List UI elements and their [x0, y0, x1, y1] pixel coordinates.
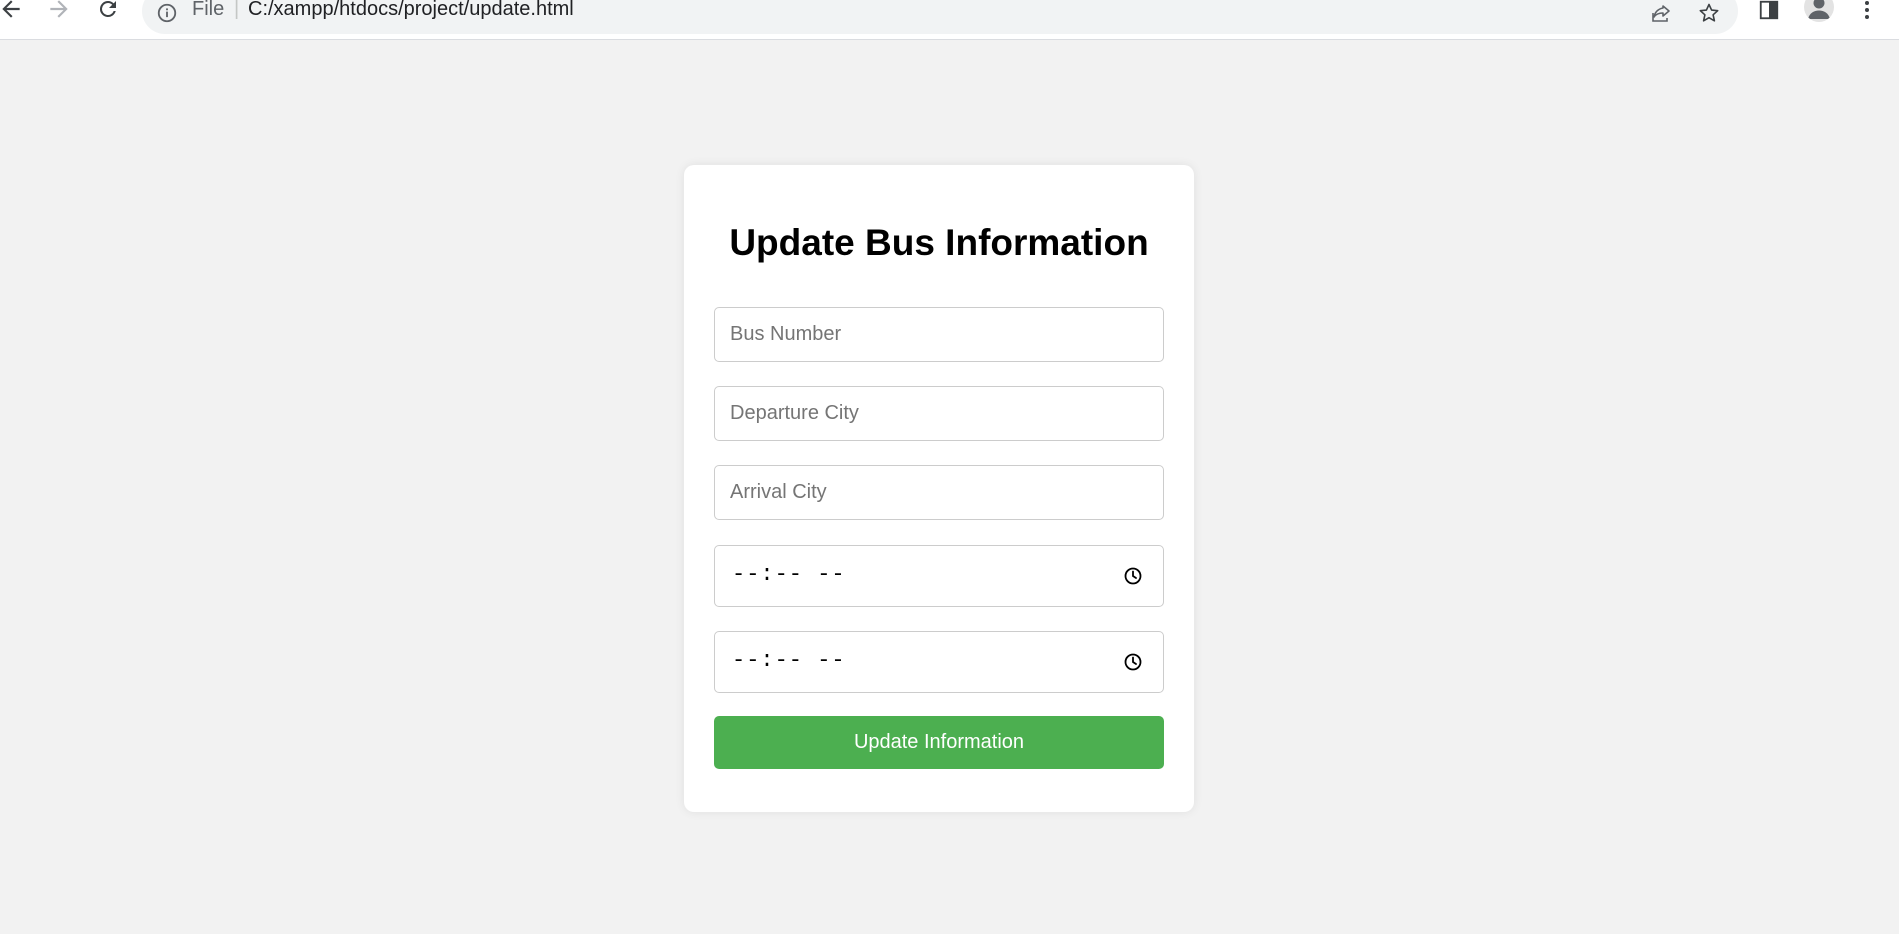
arrival-city-input[interactable]: [714, 465, 1164, 520]
update-information-button[interactable]: Update Information: [714, 716, 1164, 769]
info-icon[interactable]: [156, 2, 178, 24]
clock-icon[interactable]: [1123, 566, 1143, 586]
bookmark-button[interactable]: [1696, 0, 1722, 26]
arrival-time-input[interactable]: --:-- --: [714, 631, 1164, 693]
arrival-time-value: --:-- --: [732, 648, 846, 673]
forward-button[interactable]: [44, 0, 74, 22]
reload-button[interactable]: [93, 0, 123, 22]
departure-city-input[interactable]: [714, 386, 1164, 441]
browser-menu-button[interactable]: [1852, 0, 1882, 24]
address-bar[interactable]: File | C:/xampp/htdocs/project/update.ht…: [142, 0, 1738, 34]
forward-arrow-icon: [50, 0, 68, 18]
back-arrow-icon: [2, 0, 20, 18]
profile-avatar[interactable]: [1804, 0, 1834, 22]
address-separator: |: [234, 0, 240, 20]
departure-time-value: --:-- --: [732, 562, 846, 587]
clock-icon[interactable]: [1123, 652, 1143, 672]
side-panel-icon: [1759, 0, 1779, 20]
bus-number-input[interactable]: [714, 307, 1164, 362]
share-icon: [1652, 5, 1670, 22]
departure-time-input[interactable]: --:-- --: [714, 545, 1164, 607]
back-button[interactable]: [0, 0, 26, 22]
person-icon: [1808, 0, 1830, 19]
address-url[interactable]: C:/xampp/htdocs/project/update.html: [248, 0, 574, 21]
reload-icon: [99, 0, 116, 17]
update-form-card: Update Bus Information --:-- -- --:-- --…: [684, 165, 1194, 812]
browser-toolbar: File | C:/xampp/htdocs/project/update.ht…: [0, 0, 1899, 40]
side-panel-button[interactable]: [1754, 0, 1784, 24]
share-button[interactable]: [1648, 0, 1674, 26]
more-vertical-icon: [1865, 1, 1869, 19]
address-scheme: File: [192, 0, 225, 20]
form-title: Update Bus Information: [729, 222, 1149, 263]
star-icon: [1699, 3, 1719, 22]
